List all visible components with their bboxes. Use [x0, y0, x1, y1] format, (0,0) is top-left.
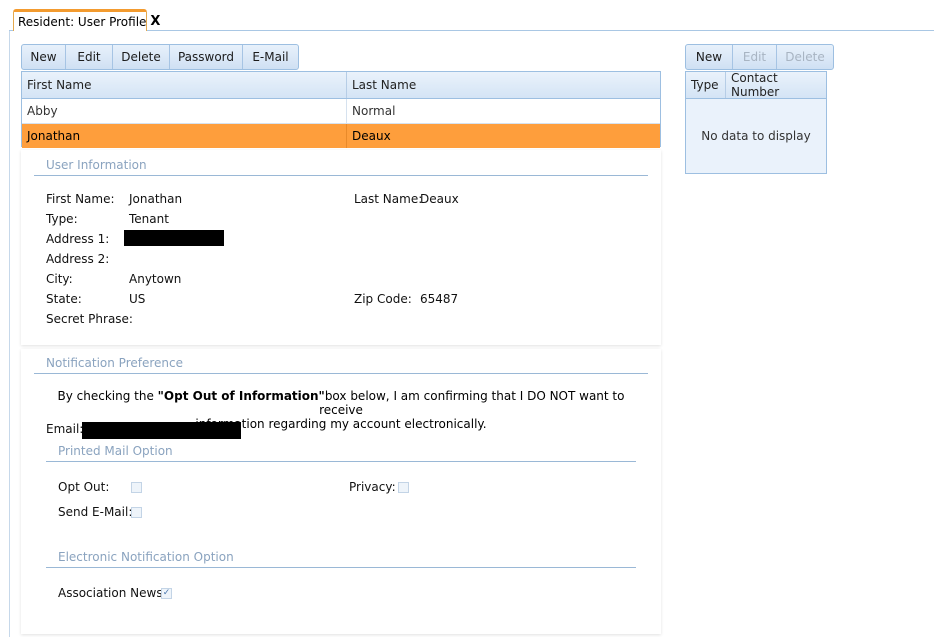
address2-label: Address 2: [46, 252, 110, 266]
section-divider [34, 175, 648, 176]
new-user-button[interactable]: New [22, 45, 66, 69]
email-redacted [82, 422, 241, 439]
password-button[interactable]: Password [170, 45, 243, 69]
users-grid-header: First Name Last Name [22, 72, 660, 99]
column-type[interactable]: Type [686, 72, 726, 98]
contacts-grid: Type Contact Number No data to display [685, 71, 827, 174]
zip-value: 65487 [420, 292, 459, 306]
section-divider [46, 461, 636, 462]
type-label: Type: [46, 212, 78, 226]
last-name-value: Deaux [420, 192, 459, 206]
last-name-cell: Normal [352, 104, 396, 118]
email-button[interactable]: E-Mail [243, 45, 298, 69]
users-toolbar: New Edit Delete Password E-Mail [21, 44, 299, 70]
opt-out-label: Opt Out: [58, 480, 110, 494]
notice-text: By checking the [57, 389, 158, 403]
address1-redacted [124, 230, 224, 246]
user-information-title: User Information [46, 158, 147, 172]
users-grid: First Name Last Name Abby Normal Jonatha… [21, 71, 661, 148]
tab-content-border [9, 31, 10, 637]
electronic-notification-title: Electronic Notification Option [58, 550, 234, 564]
table-row-selected[interactable]: Jonathan Deaux [22, 124, 660, 148]
city-label: City: [46, 272, 73, 286]
first-name-cell: Jonathan [22, 124, 347, 148]
contacts-grid-header: Type Contact Number [686, 71, 826, 99]
first-name-cell: Abby [22, 99, 347, 123]
tab-title: Resident: User Profile [18, 14, 147, 29]
printed-mail-title: Printed Mail Option [58, 444, 173, 458]
edit-contact-button[interactable]: Edit [733, 45, 777, 69]
check-icon: ✓ [162, 588, 171, 598]
privacy-checkbox[interactable] [398, 482, 409, 493]
column-last-name[interactable]: Last Name [347, 72, 660, 98]
first-name-value: Jonathan [129, 192, 183, 206]
city-value: Anytown [129, 272, 182, 286]
contacts-toolbar: New Edit Delete [685, 44, 834, 70]
email-label: Email: [46, 422, 84, 436]
delete-user-button[interactable]: Delete [113, 45, 170, 69]
state-value: US [129, 292, 146, 306]
notice-bold-text: "Opt Out of Information" [157, 389, 325, 403]
close-tab-icon[interactable]: X [150, 14, 160, 29]
last-name-label: Last Name: [354, 192, 423, 206]
association-news-checkbox[interactable]: ✓ [161, 588, 172, 599]
section-divider [46, 567, 636, 568]
column-first-name[interactable]: First Name [22, 72, 347, 98]
state-label: State: [46, 292, 82, 306]
tab-resident-user-profile[interactable]: Resident: User Profile X [13, 9, 160, 31]
send-email-checkbox[interactable] [131, 507, 142, 518]
privacy-label: Privacy: [349, 480, 396, 494]
address1-label: Address 1: [46, 232, 110, 246]
new-contact-button[interactable]: New [686, 45, 733, 69]
section-divider [34, 373, 648, 374]
last-name-cell: Deaux [352, 129, 391, 143]
first-name-label: First Name: [46, 192, 115, 206]
delete-contact-button[interactable]: Delete [777, 45, 833, 69]
type-value: Tenant [129, 212, 169, 226]
send-email-label: Send E-Mail: [58, 505, 133, 519]
notice-text-cont: box below, I am confirming that I DO NOT… [319, 389, 625, 417]
notification-preference-title: Notification Preference [46, 356, 183, 370]
association-news-label: Association News: [58, 586, 167, 600]
zip-label: Zip Code: [354, 292, 412, 306]
opt-out-checkbox[interactable] [131, 482, 142, 493]
tab-strip-line [9, 30, 934, 31]
secret-phrase-label: Secret Phrase: [46, 312, 133, 326]
column-contact-number[interactable]: Contact Number [726, 71, 826, 99]
table-row[interactable]: Abby Normal [22, 99, 660, 124]
no-data-message: No data to display [701, 129, 811, 143]
edit-user-button[interactable]: Edit [66, 45, 113, 69]
